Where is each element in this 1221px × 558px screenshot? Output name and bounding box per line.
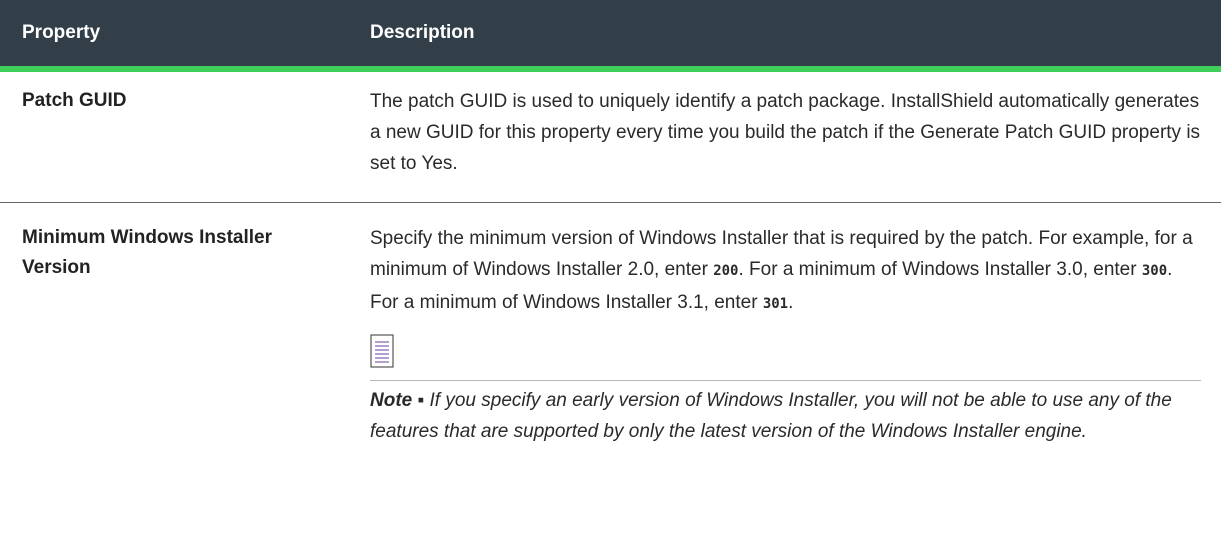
property-description: The patch GUID is used to uniquely ident… xyxy=(370,91,1201,174)
header-description: Description xyxy=(370,22,475,43)
property-name: Patch GUID xyxy=(22,90,127,111)
code-value-200: 200 xyxy=(713,263,739,279)
description-text: Specify the minimum version of Windows I… xyxy=(370,223,1201,320)
header-property: Property xyxy=(22,22,101,43)
note-body: If you specify an early version of Windo… xyxy=(370,390,1172,442)
note-label: Note ▪ xyxy=(370,390,425,411)
desc-text-2: . For a minimum of Windows Installer 3.0… xyxy=(738,259,1142,280)
table-header: Property Description xyxy=(0,0,1221,72)
note-icon-row xyxy=(370,334,1201,381)
code-value-300: 300 xyxy=(1141,263,1168,279)
desc-text-4: . xyxy=(788,292,794,313)
property-name-line1: Minimum Windows Installer xyxy=(22,227,273,248)
note-icon xyxy=(370,334,394,368)
property-table: Property Description Patch GUID The patc… xyxy=(0,0,1221,447)
property-name-line2: Version xyxy=(22,257,91,278)
code-value-301: 301 xyxy=(762,296,789,312)
table-row: Minimum Windows Installer Version Specif… xyxy=(0,203,1221,447)
property-description: Specify the minimum version of Windows I… xyxy=(370,223,1221,447)
property-name: Minimum Windows Installer Version xyxy=(0,223,370,447)
note-text: Note ▪ If you specify an early version o… xyxy=(370,385,1201,447)
table-row: Patch GUID The patch GUID is used to uni… xyxy=(0,72,1221,203)
